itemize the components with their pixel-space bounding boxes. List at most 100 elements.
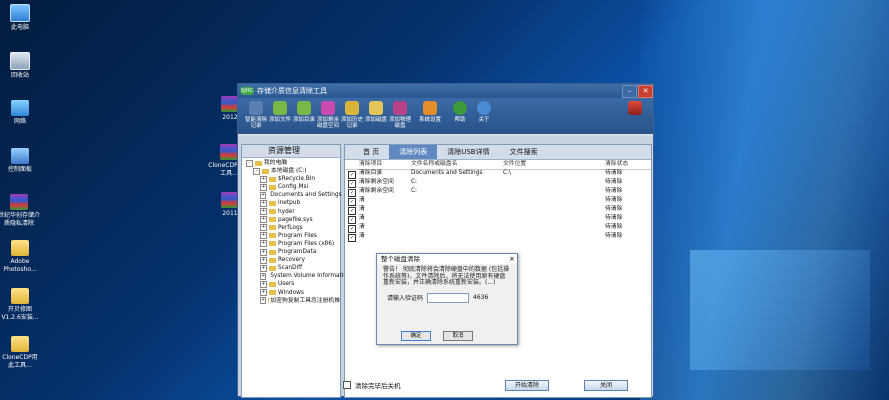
close-window-button[interactable]: 关闭 [584, 380, 628, 391]
tab-usb-details[interactable]: 清除USB详情 [437, 145, 499, 159]
expand-icon[interactable]: + [260, 289, 267, 297]
captcha-input[interactable] [427, 292, 470, 303]
tree-item[interactable]: + System Volume Informatic [246, 272, 347, 280]
title-bar[interactable]: SJHC 存储介质信息清除工具 – ✕ [238, 84, 653, 98]
cell-item: 清 [359, 232, 365, 239]
cell-name [411, 233, 503, 242]
table-row[interactable]: ✓ 清 待清除 [345, 233, 651, 242]
tree-item[interactable]: + inetpub [246, 199, 340, 208]
tree-item[interactable]: + Users [246, 280, 340, 288]
expand-icon[interactable]: + [260, 200, 267, 208]
desktop-icon-this-pc[interactable]: 此电脑 [0, 4, 40, 32]
tree-item[interactable]: + $Recycle.Bin [246, 175, 340, 183]
row-checkbox[interactable]: ✓ [348, 188, 356, 197]
dialog-ok-button[interactable]: 确定 [401, 331, 431, 341]
expand-icon[interactable]: + [260, 264, 267, 272]
row-checkbox[interactable]: ✓ [348, 215, 356, 224]
expand-icon[interactable]: + [260, 191, 267, 199]
tab-file-search[interactable]: 文件搜索 [500, 145, 548, 159]
tree-item[interactable]: - 本地磁盘 (C:) [246, 167, 340, 175]
desktop-icon-kaibei[interactable]: 开贝修图 V1.2.6安装... [0, 288, 40, 322]
toolbar-about-button[interactable]: 关于 [472, 98, 496, 134]
expand-icon[interactable]: + [260, 232, 267, 240]
toolbar-help-button[interactable]: 帮助 [448, 98, 472, 134]
row-checkbox[interactable]: ✓ [348, 224, 356, 233]
collapse-icon[interactable]: - [246, 159, 253, 167]
shutdown-option[interactable]: 清除完毕后关机 [343, 380, 401, 390]
start-clean-button[interactable]: 开始清除 [505, 380, 549, 391]
tree-item[interactable]: + 加密狗复制工具忽注册机推 [246, 297, 340, 305]
table-row[interactable]: ✓ 清除剩余空间 C: 待清除 [345, 179, 651, 188]
folder-icon [269, 281, 276, 287]
toolbar-add-history-button[interactable]: 添加历史记录 [340, 98, 364, 134]
row-checkbox[interactable]: ✓ [348, 233, 356, 242]
tree-item[interactable]: + Config.Msi [246, 183, 340, 191]
content-panel: 首 页 清除列表 清除USB详情 文件搜索 清除项目 文件名称或磁盘名 文件位置… [344, 144, 652, 398]
row-checkbox[interactable]: ✓ [348, 179, 356, 188]
desktop-icon-network[interactable]: 网络 [0, 100, 40, 126]
toolbar-smart-clean-button[interactable]: 智能清除记录 [244, 98, 268, 134]
expand-icon[interactable]: + [260, 224, 267, 232]
tree-item[interactable]: + Recovery [246, 256, 340, 264]
dialog-cancel-button[interactable]: 取消 [443, 331, 473, 341]
collapse-icon[interactable]: - [253, 167, 260, 175]
expand-icon[interactable]: + [260, 240, 267, 248]
header-name: 文件名称或磁盘名 [411, 161, 458, 167]
table-row[interactable]: ✓ 清除剩余空间 C: 待清除 [345, 188, 651, 197]
table-row[interactable]: ✓ 清除目录 Documents and Settings C:\ 待清除 [345, 170, 651, 179]
tab-home[interactable]: 首 页 [353, 145, 389, 159]
toolbar-settings-button[interactable]: 系统设置 [412, 98, 448, 134]
table-row[interactable]: ✓ 清 待清除 [345, 215, 651, 224]
tree-item[interactable]: + Documents and Settings [246, 191, 342, 199]
expand-icon[interactable]: + [260, 256, 267, 264]
expand-icon[interactable]: + [260, 183, 267, 191]
table-row[interactable]: ✓ 清 待清除 [345, 197, 651, 206]
table-row[interactable]: ✓ 清 待清除 [345, 206, 651, 215]
desktop-icon-clonecdp[interactable]: CloneCDP用此工具... [0, 336, 40, 370]
close-button[interactable]: ✕ [638, 84, 653, 98]
row-checkbox[interactable]: ✓ [348, 206, 356, 215]
folder-add-icon [297, 101, 311, 115]
desktop-icon-control-panel[interactable]: 控制面板 [0, 148, 40, 174]
toolbar-add-folder-button[interactable]: 添加目录 [292, 98, 316, 134]
folder-icon [269, 241, 276, 247]
network-icon [11, 100, 29, 116]
toolbar-add-free-space-button[interactable]: 添加剩余磁盘空间 [316, 98, 340, 134]
desktop-icon-sjhc-app[interactable]: 世纪华创存储介质隐私清除 [0, 194, 40, 228]
toolbar-add-disk-button[interactable]: 添加磁盘 [364, 98, 388, 134]
tree-item[interactable]: + Windows [246, 289, 340, 297]
expand-icon[interactable]: + [260, 208, 267, 216]
expand-icon[interactable]: + [260, 216, 267, 224]
expand-icon[interactable]: + [260, 175, 267, 183]
desktop-icon-photoshop[interactable]: Adobe Photosho... [0, 240, 40, 274]
tree-item[interactable]: + pagefile.sys [246, 216, 340, 224]
tree-item[interactable]: + Program Files (x86) [246, 240, 340, 248]
expand-icon[interactable]: + [260, 297, 267, 305]
tree-item[interactable]: + PerfLogs [246, 224, 340, 232]
expand-icon[interactable]: + [260, 280, 267, 288]
expand-icon[interactable]: + [260, 272, 267, 280]
header-status: 清除状态 [605, 161, 629, 167]
cell-item: 清 [359, 196, 365, 203]
shutdown-checkbox[interactable] [343, 381, 351, 389]
desktop-icon-recycle-bin[interactable]: 回收站 [0, 52, 40, 80]
expand-icon[interactable]: + [260, 248, 267, 256]
tree-item[interactable]: + ScanDiff [246, 264, 340, 272]
table-row[interactable]: ✓ 清 待清除 [345, 224, 651, 233]
minimize-button[interactable]: – [622, 84, 637, 98]
dialog-close-icon[interactable]: ✕ [507, 254, 517, 264]
toolbar-add-physical-disk-button[interactable]: 添加物理磁盘 [388, 98, 412, 134]
folder-icon [269, 184, 276, 190]
tree-item[interactable]: + ProgramData [246, 248, 340, 256]
tab-clean-list[interactable]: 清除列表 [389, 145, 438, 159]
row-checkbox[interactable]: ✓ [348, 197, 356, 206]
row-checkbox[interactable]: ✓ [348, 170, 356, 179]
settings-icon [423, 101, 437, 115]
cell-name: Documents and Settings [411, 169, 483, 176]
help-icon [453, 101, 467, 115]
tree-item[interactable]: + hyder [246, 208, 340, 216]
cell-status: 待清除 [605, 232, 623, 239]
tree-item[interactable]: + Program Files [246, 232, 340, 240]
tree-item[interactable]: - 我的电脑 [246, 159, 340, 167]
toolbar-add-file-button[interactable]: 添加文件 [268, 98, 292, 134]
